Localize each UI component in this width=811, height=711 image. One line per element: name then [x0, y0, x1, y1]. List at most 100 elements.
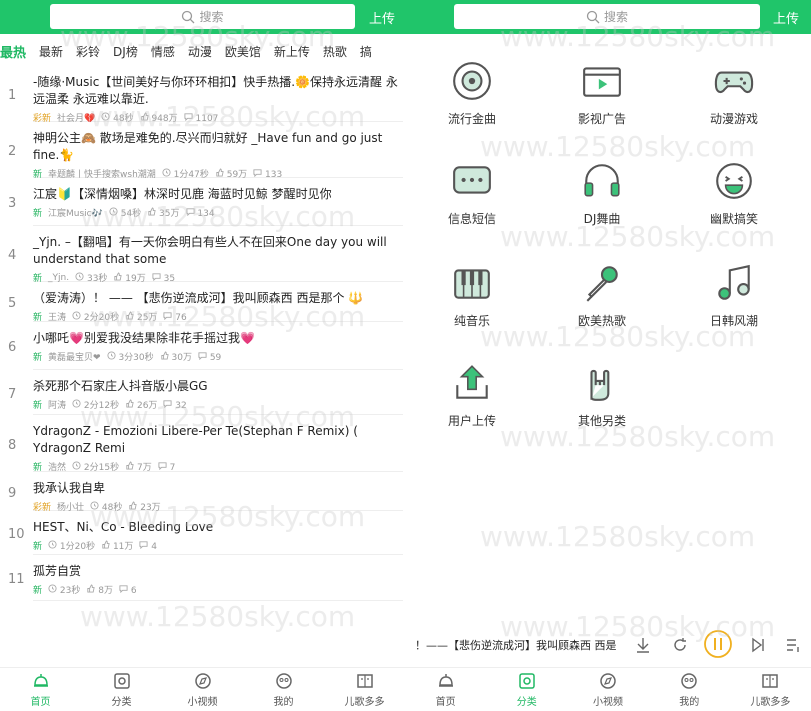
category-laugh[interactable]: 幽默搞笑 [679, 160, 789, 227]
download-icon[interactable] [635, 636, 651, 654]
song-row[interactable]: 7 杀死那个石家庄人抖音版小晨GG 新阿涛 2分12秒 26万 32 [8, 370, 403, 415]
nav-category[interactable]: 分类 [81, 668, 162, 711]
upload-button[interactable]: 上传 [773, 8, 799, 27]
tab-7[interactable]: 新上传 [274, 43, 310, 60]
tab-9[interactable]: 搞 [360, 43, 372, 60]
tag-badge: 新 [33, 353, 43, 363]
upload-button[interactable]: 上传 [369, 8, 395, 27]
duration-text: 23秒 [59, 586, 81, 596]
home-icon [33, 674, 48, 687]
bottom-nav: 首页 分类 小视频 我的 儿歌多多 [0, 667, 405, 711]
song-row[interactable]: 11 孤芳自赏新 23秒 8万 6 [8, 555, 403, 601]
song-title[interactable]: 江宸🔰【深情烟嗓】林深时见鹿 海蓝时见鲸 梦醒时见你 [33, 186, 403, 203]
duration: 2分12秒 [72, 398, 119, 411]
category-microphone[interactable]: 欧美热歌 [547, 262, 657, 329]
nav-label: 首页 [435, 697, 456, 708]
song-title[interactable]: 我承认我自卑 [33, 480, 403, 497]
song-list: 1 -随缘·Music【世间美好与你环环相扣】快手热播.🌼保持永远清醒 永远温柔 … [0, 66, 405, 601]
playlist-icon[interactable] [785, 636, 801, 654]
nav-home[interactable]: 首页 [405, 668, 486, 711]
clock-icon [72, 311, 81, 320]
likes-text: 26万 [136, 401, 158, 411]
search-input[interactable]: 搜索 [50, 4, 355, 29]
thumb-icon [126, 311, 134, 320]
category-rock-hand[interactable]: 其他另类 [547, 362, 657, 429]
category-icon [113, 673, 130, 689]
nav-video[interactable]: 小视频 [567, 668, 648, 711]
song-row[interactable]: 6 小哪吒💗别爱我没结果除非花手摇过我💗 新黄磊最宝贝❤ 3分30秒 30万 59 [8, 322, 403, 370]
song-rank: 10 [8, 527, 25, 542]
nav-video[interactable]: 小视频 [162, 668, 243, 711]
song-title[interactable]: 神明公主🙈 散场是难免的.尽兴而归就好 _Have fun and go jus… [33, 130, 403, 164]
music-note-icon [718, 264, 750, 300]
tab-2[interactable]: 彩铃 [76, 43, 100, 60]
song-row[interactable]: 3 江宸🔰【深情烟嗓】林深时见鹿 海蓝时见鲸 梦醒时见你新江宸Music🎶 54秒… [8, 178, 403, 226]
upload-icon [456, 365, 488, 399]
clock-icon [72, 399, 81, 408]
thumb-icon [216, 168, 224, 177]
song-row[interactable]: 5 （爱涛涛）！ —— 【悲伤逆流成河】我叫顾森西 西是那个 🔱 新王涛 2分20秒… [8, 282, 403, 323]
song-title[interactable]: （爱涛涛）！ —— 【悲伤逆流成河】我叫顾森西 西是那个 🔱 [33, 290, 403, 307]
tab-0[interactable]: 最热 [0, 42, 26, 61]
tab-1[interactable]: 最新 [39, 43, 63, 60]
kids-icon [762, 674, 779, 688]
tab-5[interactable]: 动漫 [188, 43, 212, 60]
comment-icon [253, 168, 262, 177]
profile-icon [275, 673, 292, 689]
nav-kids[interactable]: 儿歌多多 [730, 668, 811, 711]
search-input[interactable]: 搜索 [454, 4, 760, 29]
song-title[interactable]: 杀死那个石家庄人抖音版小晨GG [33, 378, 403, 395]
likes: 35万 [147, 206, 180, 219]
song-row[interactable]: 4 _Yjn. –【翻唱】有一天你会明白有些人不在回来One day you wi… [8, 226, 403, 284]
song-title[interactable]: 孤芳自赏 [33, 563, 403, 580]
category-upload[interactable]: 用户上传 [417, 362, 527, 429]
song-title[interactable]: HEST、Ni、Co - Bleeding Love [33, 519, 403, 536]
tab-6[interactable]: 欧美馆 [225, 43, 261, 60]
comment-icon [185, 207, 195, 216]
nav-label: 首页 [30, 697, 51, 708]
song-meta: 新 23秒 8万 6 [33, 583, 403, 596]
pause-button[interactable] [703, 629, 733, 659]
category-gamepad[interactable]: 动漫游戏 [679, 60, 789, 127]
comment-icon [198, 351, 207, 360]
now-playing-title[interactable]: ！——【悲伤逆流成河】我叫顾森西 西是 [415, 637, 625, 653]
uploader-name[interactable]: 阿涛 [48, 398, 66, 411]
thumb-icon [87, 584, 95, 593]
song-title[interactable]: 小哪吒💗别爱我没结果除非花手摇过我💗 [33, 330, 403, 347]
song-row[interactable]: 1 -随缘·Music【世间美好与你环环相扣】快手热播.🌼保持永远清醒 永远温柔 … [8, 66, 403, 124]
tab-4[interactable]: 情感 [151, 43, 175, 60]
nav-home[interactable]: 首页 [0, 668, 81, 711]
category-piano[interactable]: 纯音乐 [417, 262, 527, 329]
tab-3[interactable]: DJ榜 [113, 43, 138, 60]
category-music-note[interactable]: 日韩风潮 [679, 262, 789, 329]
next-icon[interactable] [750, 636, 766, 654]
nav-category[interactable]: 分类 [486, 668, 567, 711]
piano-icon [454, 269, 490, 299]
song-row[interactable]: 2 神明公主🙈 散场是难免的.尽兴而归就好 _Have fun and go ju… [8, 122, 403, 180]
song-meta: 新江宸Music🎶 54秒 35万 134 [33, 206, 403, 219]
song-title[interactable]: _Yjn. –【翻唱】有一天你会明白有些人不在回来One day you wil… [33, 234, 403, 268]
category-film[interactable]: 影视广告 [547, 60, 657, 127]
tab-8[interactable]: 热歌 [323, 43, 347, 60]
duration: 23秒 [48, 583, 80, 596]
nav-profile[interactable]: 我的 [243, 668, 324, 711]
category-message[interactable]: 信息短信 [417, 160, 527, 227]
nav-label: 我的 [679, 697, 700, 708]
category-disc[interactable]: 流行金曲 [417, 60, 527, 127]
uploader-name[interactable]: _Yjn. [48, 273, 69, 283]
song-row[interactable]: 9 我承认我自卑 彩新 杨小壮 48秒 23万 [8, 472, 403, 513]
song-row[interactable]: 8 YdragonZ - Emozioni Libere-Per Te(Steph… [8, 415, 403, 473]
comments-text: 6 [130, 585, 137, 596]
uploader-name[interactable]: 黄磊最宝贝❤ [48, 350, 101, 363]
song-title[interactable]: YdragonZ - Emozioni Libere-Per Te(Stepha… [33, 423, 403, 457]
nav-profile[interactable]: 我的 [649, 668, 730, 711]
uploader-name[interactable]: 江宸Music🎶 [48, 206, 103, 219]
profile-icon [681, 673, 697, 689]
category-headphones[interactable]: DJ舞曲 [547, 160, 657, 227]
nav-kids[interactable]: 儿歌多多 [324, 668, 405, 711]
song-title[interactable]: -随缘·Music【世间美好与你环环相扣】快手热播.🌼保持永远清醒 永远温柔 永… [33, 74, 403, 108]
likes-text: 11万 [112, 542, 134, 552]
category-icon [519, 673, 535, 689]
repeat-icon[interactable] [671, 636, 689, 654]
song-row[interactable]: 10 HEST、Ni、Co - Bleeding Love 新 1分20秒 11万 … [8, 511, 403, 555]
